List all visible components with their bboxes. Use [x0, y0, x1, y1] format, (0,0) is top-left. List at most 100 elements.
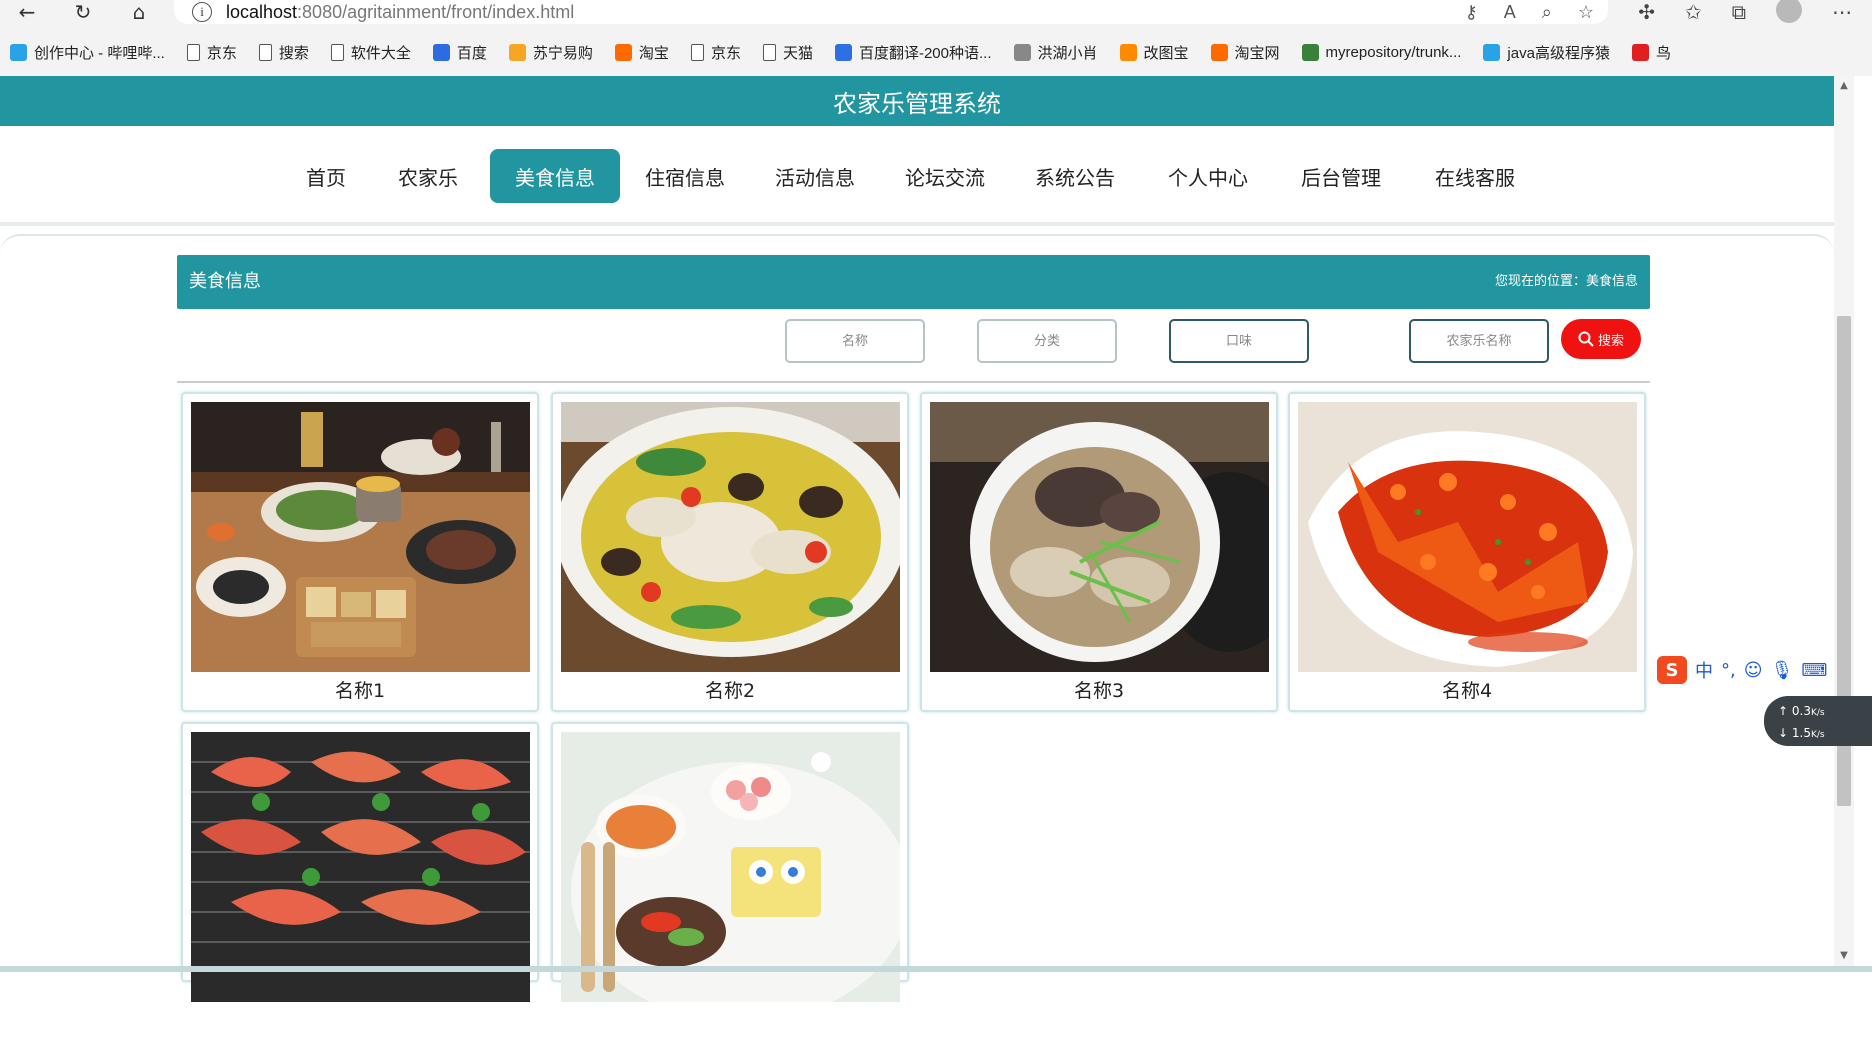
bookmark-item[interactable]: 洪湖小肖	[1013, 42, 1098, 63]
bookmark-item[interactable]: 百度	[432, 42, 487, 63]
bookmark-label: 创作中心 - 哔哩哔...	[34, 44, 165, 62]
bookmark-label: 淘宝网	[1234, 44, 1280, 62]
food-name[interactable]: 名称3	[922, 672, 1276, 710]
taobao-icon	[1210, 43, 1228, 61]
food-name[interactable]: 名称2	[553, 672, 907, 710]
breadcrumb: 您现在的位置：美食信息	[1494, 274, 1638, 289]
site-title: 农家乐管理系统	[0, 76, 1834, 126]
bookmark-item[interactable]: 京东	[690, 42, 741, 63]
emoji-icon[interactable]: ☺	[1744, 660, 1763, 681]
bookmark-item[interactable]: java高级程序猿	[1483, 42, 1610, 63]
speed-unit: K/s	[1810, 730, 1825, 740]
category-input[interactable]	[977, 319, 1117, 363]
ime-punct-icon[interactable]: °,	[1721, 660, 1736, 681]
suning-icon	[508, 43, 526, 61]
address-path: :8080/agritainment/front/index.html	[297, 1, 575, 22]
microphone-icon[interactable]: 🎙	[1771, 660, 1794, 681]
more-icon[interactable]: ⋯	[1832, 0, 1852, 24]
search-button[interactable]: 搜索	[1561, 319, 1641, 359]
bookmark-label: 鸟	[1655, 44, 1671, 62]
bilibili-icon	[1483, 43, 1501, 61]
home-icon[interactable]: ⌂	[124, 0, 154, 24]
bookmark-item[interactable]: 京东	[186, 42, 237, 63]
favorites-icon[interactable]: ✩	[1685, 0, 1702, 24]
food-name[interactable]: 名称4	[1290, 672, 1644, 710]
key-icon[interactable]: ⚷	[1465, 2, 1478, 23]
profile-avatar[interactable]	[1776, 0, 1802, 23]
bottom-edge	[0, 966, 1872, 972]
nav-item-3[interactable]: 住宿信息	[640, 149, 730, 203]
page-icon	[330, 43, 344, 61]
keyboard-icon[interactable]: ⌨	[1801, 660, 1827, 681]
address-host: localhost	[226, 1, 298, 22]
bookmark-item[interactable]: 搜索	[258, 42, 309, 63]
food-card[interactable]: 名称1	[181, 392, 539, 712]
collections-icon[interactable]: ⧉	[1732, 0, 1746, 24]
sogou-icon[interactable]: S	[1657, 656, 1687, 684]
farm-name-input[interactable]	[1409, 319, 1549, 363]
bookmark-item[interactable]: 创作中心 - 哔哩哔...	[10, 42, 165, 63]
browser-toolbar: ← ↻ ⌂ i localhost:8080/agritainment/fron…	[0, 0, 1872, 24]
extensions-icon[interactable]: ✣	[1638, 0, 1655, 24]
bookmark-item[interactable]: 天猫	[762, 42, 813, 63]
zoom-icon[interactable]: ⌕	[1542, 2, 1552, 23]
ime-toolbar[interactable]: S 中 °, ☺ 🎙 ⌨	[1657, 655, 1872, 685]
food-card[interactable]	[181, 722, 539, 1002]
ime-mode-label[interactable]: 中	[1695, 657, 1713, 683]
food-name[interactable]	[553, 1002, 907, 1040]
site-info-icon[interactable]: i	[192, 2, 212, 22]
food-card[interactable]: 名称4	[1288, 392, 1646, 712]
food-card[interactable]: 名称3	[920, 392, 1278, 712]
nav-item-5[interactable]: 论坛交流	[900, 149, 990, 203]
chrome-icon	[1301, 43, 1319, 61]
scroll-up-icon[interactable]: ▲	[1836, 80, 1852, 91]
nav-item-8[interactable]: 后台管理	[1296, 149, 1386, 203]
food-card[interactable]	[551, 722, 909, 1002]
bookmark-label: 淘宝	[638, 44, 669, 62]
bookmark-item[interactable]: 淘宝网	[1210, 42, 1280, 63]
taste-input[interactable]	[1169, 319, 1309, 363]
address-bar[interactable]: i localhost:8080/agritainment/front/inde…	[174, 0, 1608, 24]
refresh-icon[interactable]: ↻	[68, 0, 98, 24]
nav-item-0[interactable]: 首页	[300, 149, 352, 203]
bookmark-item[interactable]: 淘宝	[614, 42, 669, 63]
nav-item-4[interactable]: 活动信息	[770, 149, 860, 203]
bookmark-label: 软件大全	[350, 44, 411, 62]
nav-item-1[interactable]: 农家乐	[392, 149, 464, 203]
bookmark-item[interactable]: 百度翻译-200种语...	[834, 42, 992, 63]
bookmark-item[interactable]: myrepository/trunk...	[1301, 43, 1461, 61]
read-aloud-icon[interactable]: A	[1504, 2, 1516, 23]
bookmark-label: 百度翻译-200种语...	[858, 44, 992, 62]
food-image[interactable]	[191, 732, 530, 1002]
main-nav: 首页 农家乐 美食信息 住宿信息 活动信息 论坛交流 系统公告 个人中心 后台管理 在线客服	[0, 126, 1834, 226]
bookmark-item[interactable]: 改图宝	[1119, 42, 1189, 63]
bookmark-label: 苏宁易购	[532, 44, 593, 62]
food-name[interactable]: 名称1	[183, 672, 537, 710]
food-image[interactable]	[561, 732, 900, 1002]
translate-icon	[834, 43, 852, 61]
nav-item-6[interactable]: 系统公告	[1030, 149, 1120, 203]
food-name[interactable]	[183, 1002, 537, 1040]
bookmarks-bar: 创作中心 - 哔哩哔... 京东 搜索 软件大全 百度 苏宁易购 淘宝 京东 天猫 百度翻译-20…	[0, 36, 1872, 68]
scroll-down-icon[interactable]: ▼	[1836, 950, 1852, 961]
food-image[interactable]	[930, 402, 1269, 672]
bookmark-item[interactable]: 软件大全	[330, 42, 411, 63]
food-image[interactable]	[191, 402, 530, 672]
net-speed-widget: ↑ 0.3K/s ↓ 1.5K/s	[1764, 696, 1872, 746]
page-icon	[690, 43, 704, 61]
food-card[interactable]: 名称2	[551, 392, 909, 712]
section-title: 美食信息	[189, 271, 261, 292]
bookmark-item[interactable]: 鸟	[1631, 42, 1671, 63]
food-image[interactable]	[561, 402, 900, 672]
nav-item-2[interactable]: 美食信息	[490, 149, 620, 203]
nav-item-7[interactable]: 个人中心	[1163, 149, 1253, 203]
add-favorite-icon[interactable]: ☆	[1578, 2, 1594, 23]
bookmark-label: 天猫	[782, 44, 813, 62]
name-input[interactable]	[785, 319, 925, 363]
nav-item-9[interactable]: 在线客服	[1430, 149, 1520, 203]
food-image[interactable]	[1298, 402, 1637, 672]
bookmark-item[interactable]: 苏宁易购	[508, 42, 593, 63]
divider	[177, 381, 1650, 383]
back-arrow-icon[interactable]: ←	[12, 0, 42, 24]
page-icon	[186, 43, 200, 61]
